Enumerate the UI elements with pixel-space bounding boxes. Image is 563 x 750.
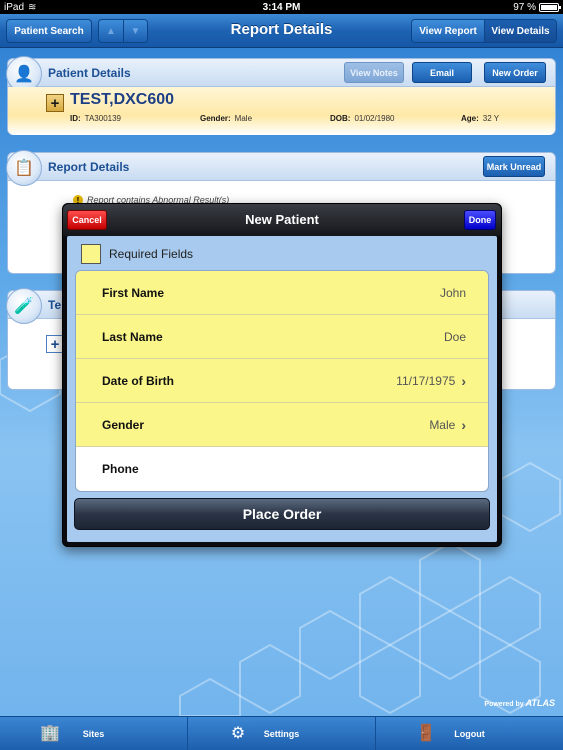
first-name-field[interactable]: First Name John	[76, 271, 488, 315]
patient-name: TEST,DXC600	[70, 91, 175, 108]
view-details-button[interactable]: View Details	[484, 20, 556, 42]
status-bar: iPad ≋ 3:14 PM 97 %	[0, 0, 563, 14]
tests-title: Te	[48, 298, 62, 312]
view-notes-button[interactable]: View Notes	[344, 62, 404, 83]
gear-icon: ⚙	[230, 725, 246, 742]
chevron-right-icon: ›	[461, 416, 466, 433]
patient-details-header: 👤 Patient Details View Notes Email New O…	[6, 56, 555, 92]
mark-unread-button[interactable]: Mark Unread	[483, 156, 545, 177]
required-fields-label: Required Fields	[109, 247, 194, 261]
id-value: TA300139	[84, 114, 121, 123]
modal-title: New Patient	[245, 212, 319, 227]
wifi-icon: ≋	[28, 1, 37, 13]
dob-value: 01/02/1980	[354, 114, 395, 123]
battery-percent: 97 %	[513, 1, 536, 13]
report-details-title: Report Details	[48, 160, 130, 174]
last-name-value: Doe	[443, 329, 466, 344]
battery-icon	[539, 2, 561, 12]
date-of-birth-label: Date of Birth	[102, 373, 174, 388]
report-document-icon: 📋	[6, 150, 42, 186]
report-details-header: 📋 Report Details Mark Unread	[6, 150, 555, 186]
status-left: iPad ≋	[4, 2, 36, 13]
place-order-button[interactable]: Place Order	[74, 498, 490, 530]
patient-summary: + TEST,DXC600 ID: TA300139 Gender: Male DO…	[8, 87, 555, 135]
gender-value: Male	[234, 114, 253, 123]
new-order-button[interactable]: New Order	[484, 62, 546, 83]
required-fields-legend: Required Fields	[81, 244, 193, 264]
date-of-birth-value: 11/17/1975	[396, 373, 456, 388]
date-of-birth-field[interactable]: Date of Birth 11/17/1975 ›	[76, 359, 488, 403]
view-segmented-control: View Report View Details	[411, 19, 557, 43]
tab-sites[interactable]: 🏢 Sites	[0, 717, 187, 750]
powered-by-text: Powered by	[484, 701, 524, 708]
modal-header: Cancel New Patient Done	[63, 204, 501, 236]
last-name-field[interactable]: Last Name Doe	[76, 315, 488, 359]
age-value: 32 Y	[482, 114, 500, 123]
email-button[interactable]: Email	[412, 62, 472, 83]
tab-settings[interactable]: ⚙ Settings	[187, 717, 375, 750]
gender-field-label: Gender	[102, 417, 145, 432]
gender-value-wrap: Male ›	[429, 417, 466, 433]
navigation-bar: Patient Search ▲ ▼ Report Details View R…	[0, 14, 563, 48]
tab-sites-label: Sites	[82, 728, 105, 739]
tab-logout[interactable]: 🚪 Logout	[375, 717, 563, 750]
status-right: 97 %	[513, 1, 561, 13]
last-name-label: Last Name	[102, 329, 163, 344]
status-time: 3:14 PM	[262, 1, 301, 13]
brand-logo: ATLAS	[525, 698, 555, 708]
carrier-label: iPad	[4, 1, 25, 13]
required-color-swatch	[81, 244, 101, 264]
patient-age: Age: 32 Y	[461, 114, 499, 123]
modal-body: Required Fields First Name John Last Nam…	[67, 236, 497, 542]
view-report-button[interactable]: View Report	[412, 20, 484, 42]
tab-bar: 🏢 Sites ⚙ Settings 🚪 Logout	[0, 716, 563, 750]
new-patient-modal: Cancel New Patient Done Required Fields …	[62, 203, 502, 547]
patient-id: ID: TA300139	[70, 114, 121, 123]
phone-label: Phone	[102, 462, 139, 476]
gender-field[interactable]: Gender Male ›	[76, 403, 488, 447]
patient-dob: DOB: 01/02/1980	[330, 114, 395, 123]
patient-details-title: Patient Details	[48, 66, 131, 80]
id-label: ID:	[70, 114, 81, 123]
patient-gender: Gender: Male	[200, 114, 252, 123]
done-button[interactable]: Done	[464, 210, 496, 230]
expand-plus-icon[interactable]: +	[46, 94, 64, 112]
first-name-value: John	[439, 285, 466, 300]
tab-logout-label: Logout	[454, 728, 485, 739]
building-icon: 🏢	[40, 725, 60, 742]
first-name-label: First Name	[102, 285, 165, 300]
logout-door-icon: 🚪	[416, 725, 436, 742]
patient-details-panel: 👤 Patient Details View Notes Email New O…	[6, 56, 556, 135]
chevron-right-icon: ›	[461, 372, 466, 389]
patient-form: First Name John Last Name Doe Date of Bi…	[75, 270, 489, 492]
gender-field-value: Male	[429, 417, 456, 432]
gender-label: Gender:	[200, 114, 231, 123]
powered-by-label: Powered by ATLAS	[484, 698, 555, 708]
phone-field[interactable]: Phone	[76, 447, 488, 491]
tab-settings-label: Settings	[263, 728, 300, 739]
test-tubes-icon: 🧪	[6, 288, 42, 324]
age-label: Age:	[461, 114, 479, 123]
dob-label: DOB:	[330, 114, 351, 123]
date-of-birth-value-wrap: 11/17/1975 ›	[396, 373, 466, 389]
